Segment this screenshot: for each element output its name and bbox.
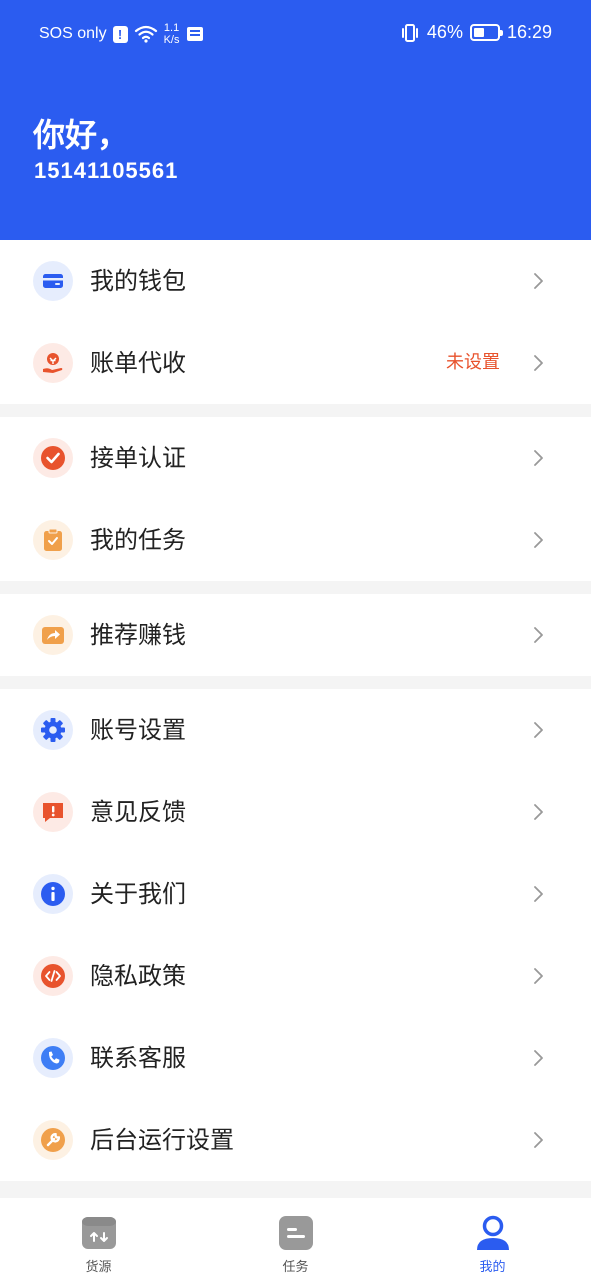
menu-item-bill-collection[interactable]: 账单代收 未设置 [0,322,591,404]
menu-item-label: 隐私政策 [90,962,186,990]
bottom-tab-bar: 货源 任务 我的 [0,1198,591,1280]
section-divider [0,404,591,417]
share-icon [33,615,73,655]
menu-content: 我的钱包 账单代收 未设置 接单认证 我的任务 推荐赚钱 账号设置 意见反馈 关… [0,240,591,1198]
menu-item-label: 账号设置 [90,716,186,744]
menu-item-my-tasks[interactable]: 我的任务 [0,499,591,581]
menu-item-label: 我的钱包 [90,267,186,295]
status-right: 46% 16:29 [400,22,552,43]
profile-icon [477,1215,509,1250]
alert-icon: ! [112,25,128,43]
gear-icon [33,710,73,750]
section-divider [0,581,591,594]
vibrate-icon [401,23,418,42]
net-speed-unit: K/s [163,34,180,46]
menu-item-label: 后台运行设置 [90,1126,234,1154]
menu-group-settings: 账号设置 意见反馈 关于我们 隐私政策 联系客服 后台运行设置 [0,689,591,1181]
tab-cargo-source[interactable]: 货源 [0,1198,197,1280]
net-speed: 1.1 K/s [164,22,180,46]
tab-label: 货源 [85,1260,112,1275]
menu-item-customer-service[interactable]: 联系客服 [0,1017,591,1099]
chevron-right-icon [534,804,543,820]
menu-group-work: 接单认证 我的任务 [0,417,591,581]
tab-label: 我的 [479,1260,506,1275]
section-divider [0,676,591,689]
chevron-right-icon [534,1050,543,1066]
tab-tasks[interactable]: 任务 [197,1198,394,1280]
menu-item-label: 我的任务 [90,526,186,554]
menu-item-label: 联系客服 [90,1044,186,1072]
wallet-icon [33,261,73,301]
tab-label: 任务 [282,1260,309,1275]
wrench-icon [33,1120,73,1160]
profile-header: SOS only ! 1.1 K/s 46% 16:29 你好， 1514110… [0,0,591,240]
task-icon [279,1216,313,1250]
menu-group-referral: 推荐赚钱 [0,594,591,676]
collect-payment-icon [33,343,73,383]
status-bar: SOS only ! 1.1 K/s 46% 16:29 [0,0,591,68]
battery-level [473,28,484,37]
info-icon [33,874,73,914]
menu-item-background-run[interactable]: 后台运行设置 [0,1099,591,1181]
phone-icon [33,1038,73,1078]
menu-item-referral[interactable]: 推荐赚钱 [0,594,591,676]
menu-item-feedback[interactable]: 意见反馈 [0,771,591,853]
greeting-text: 你好， [33,116,130,154]
menu-item-label: 关于我们 [90,880,186,908]
menu-item-label: 意见反馈 [90,798,186,826]
chevron-right-icon [534,968,543,984]
battery-tip [499,30,503,36]
check-circle-icon [33,438,73,478]
chevron-right-icon [534,355,543,371]
menu-item-label: 账单代收 [90,349,186,377]
carrier-text: SOS only [39,25,107,42]
menu-group-finance: 我的钱包 账单代收 未设置 [0,240,591,404]
tab-mine[interactable]: 我的 [394,1198,591,1280]
not-set-status: 未设置 [446,352,500,373]
code-icon [33,956,73,996]
user-phone-number: 15141105561 [34,158,179,183]
chevron-right-icon [534,450,543,466]
menu-item-privacy-policy[interactable]: 隐私政策 [0,935,591,1017]
net-speed-value: 1.1 [163,22,180,34]
menu-item-label: 推荐赚钱 [90,621,186,649]
data-saver-icon [186,27,203,41]
chevron-right-icon [534,1132,543,1148]
feedback-icon [33,792,73,832]
menu-item-order-certification[interactable]: 接单认证 [0,417,591,499]
cargo-source-icon [82,1217,116,1249]
wifi-icon [134,25,157,43]
battery-percent: 46% [426,22,463,42]
clock: 16:29 [506,22,552,42]
clipboard-check-icon [33,520,73,560]
menu-item-label: 接单认证 [90,444,186,472]
chevron-right-icon [534,532,543,548]
battery-icon [469,24,503,41]
chevron-right-icon [534,273,543,289]
menu-item-account-settings[interactable]: 账号设置 [0,689,591,771]
chevron-right-icon [534,722,543,738]
menu-item-about-us[interactable]: 关于我们 [0,853,591,935]
menu-item-wallet[interactable]: 我的钱包 [0,240,591,322]
status-left: SOS only ! 1.1 K/s [39,22,204,46]
chevron-right-icon [534,886,543,902]
chevron-right-icon [534,627,543,643]
